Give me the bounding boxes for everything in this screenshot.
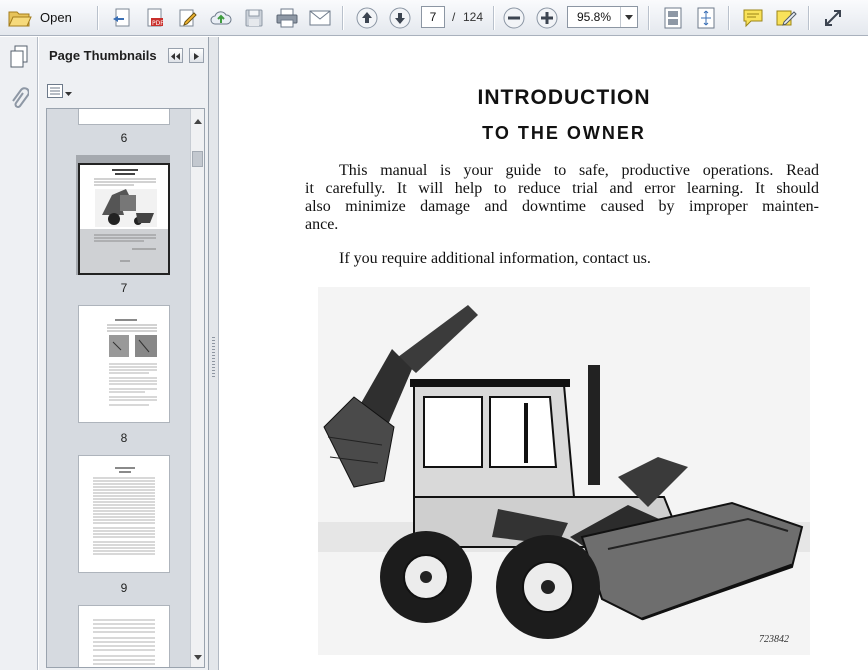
previous-page-button[interactable] xyxy=(353,4,381,31)
toolbar-separator xyxy=(648,6,649,30)
print-button[interactable] xyxy=(273,4,301,31)
email-button[interactable] xyxy=(306,4,334,31)
create-pdf-button[interactable] xyxy=(108,4,136,31)
document-view: INTRODUCTION TO THE OWNER This manual is… xyxy=(219,37,868,670)
paragraph-line: it carefully. It will help to reduce tri… xyxy=(305,180,819,197)
expand-panel-button[interactable] xyxy=(189,48,204,63)
panel-splitter[interactable] xyxy=(209,37,219,670)
thumbnails-scrollbar[interactable] xyxy=(190,109,204,667)
minus-icon xyxy=(503,7,525,29)
toolbar-separator xyxy=(808,6,809,30)
chevron-down-icon[interactable] xyxy=(620,7,637,27)
thumbnail-page-8[interactable] xyxy=(78,305,170,423)
page-count: 124 xyxy=(463,10,484,24)
page-preview xyxy=(107,319,157,406)
thumbnail-label: 6 xyxy=(120,131,128,145)
diagonal-expand-icon xyxy=(823,8,843,28)
options-list-icon xyxy=(47,83,63,101)
thumbnail-label: 7 xyxy=(120,281,128,295)
chevron-right-icon xyxy=(194,49,199,63)
page-title: INTRODUCTION xyxy=(477,86,651,109)
fit-page-button[interactable] xyxy=(659,4,687,31)
paragraph-line: also minimize damage and downtime caused… xyxy=(305,198,819,215)
thumbnail-page-6[interactable] xyxy=(78,108,170,125)
zoom-out-button[interactable] xyxy=(500,4,528,31)
collapse-panel-button[interactable] xyxy=(168,48,183,63)
thumbnail-page-9[interactable] xyxy=(78,455,170,573)
toolbar-separator xyxy=(97,6,98,30)
edit-pdf-button[interactable] xyxy=(174,4,202,31)
paperclip-icon xyxy=(9,86,29,111)
paragraph-line: This manual is your guide to safe, produ… xyxy=(339,162,819,179)
sign-button[interactable] xyxy=(772,4,800,31)
page-thumbnails-panel: Page Thumbnails 6 7 8 9 xyxy=(39,37,209,670)
scroll-up-icon[interactable] xyxy=(194,113,202,127)
save-button[interactable] xyxy=(240,4,268,31)
zoom-level-value: 95.8% xyxy=(576,10,612,24)
intro-paragraph: This manual is your guide to safe, produ… xyxy=(305,162,819,234)
upload-button[interactable] xyxy=(207,4,235,31)
cloud-upload-icon xyxy=(210,7,232,29)
page-thumbnails-tab[interactable] xyxy=(5,43,33,70)
thumbnail-label: 9 xyxy=(120,581,128,595)
page-subtitle: TO THE OWNER xyxy=(482,123,646,143)
thumbnail-options-button[interactable] xyxy=(47,83,73,101)
pages-icon xyxy=(8,45,30,69)
attachments-tab[interactable] xyxy=(5,85,33,112)
expand-arrows-icon xyxy=(696,7,716,29)
page-preview xyxy=(80,169,168,273)
edit-document-icon xyxy=(177,7,199,29)
backhoe-loader-photo xyxy=(318,287,810,655)
paragraph-line: ance. xyxy=(305,216,339,233)
plus-icon xyxy=(536,7,558,29)
full-screen-button[interactable] xyxy=(692,4,720,31)
next-page-button[interactable] xyxy=(386,4,414,31)
pdf-export-icon: PDF xyxy=(144,7,166,29)
thumbnails-list: 6 7 8 9 xyxy=(46,108,205,668)
splitter-grip[interactable] xyxy=(212,337,215,377)
zoom-in-button[interactable] xyxy=(533,4,561,31)
toolbar-separator xyxy=(342,6,343,30)
pen-sign-icon xyxy=(775,7,797,29)
contact-paragraph: If you require additional information, c… xyxy=(339,250,651,267)
page-preview xyxy=(93,467,155,555)
thumbnail-page-7[interactable] xyxy=(78,163,170,275)
photo-caption: 723842 xyxy=(759,634,789,645)
page-separator: / xyxy=(452,10,456,24)
page-preview xyxy=(93,619,155,665)
chevron-down-icon xyxy=(65,85,72,99)
speech-bubble-icon xyxy=(742,8,764,28)
main-toolbar: Open PDF 7 / 124 95.8% xyxy=(0,0,868,36)
floppy-disk-icon xyxy=(244,8,264,28)
zoom-level-select[interactable]: 95.8% xyxy=(567,6,638,28)
double-chevron-left-icon xyxy=(171,49,180,63)
arrow-up-icon xyxy=(356,7,378,29)
thumbnail-label: 8 xyxy=(120,431,128,445)
thumbnail-page-10[interactable] xyxy=(78,605,170,667)
expand-window-button[interactable] xyxy=(819,4,847,31)
panel-title: Page Thumbnails xyxy=(49,48,157,63)
open-button[interactable]: Open xyxy=(4,4,82,31)
toolbar-separator xyxy=(493,6,494,30)
page-preview xyxy=(79,108,170,125)
navigation-rail xyxy=(0,37,38,670)
export-pdf-button[interactable]: PDF xyxy=(141,4,169,31)
create-pdf-icon xyxy=(111,7,133,29)
envelope-icon xyxy=(309,10,331,26)
scrollbar-thumb[interactable] xyxy=(192,151,203,167)
svg-text:PDF: PDF xyxy=(152,20,164,27)
page-number-input[interactable]: 7 xyxy=(421,6,445,28)
fit-page-icon xyxy=(663,7,683,29)
open-label: Open xyxy=(40,10,72,25)
toolbar-separator xyxy=(728,6,729,30)
scroll-down-icon[interactable] xyxy=(194,649,202,663)
folder-open-icon xyxy=(8,8,32,28)
printer-icon xyxy=(276,8,298,28)
arrow-down-icon xyxy=(389,7,411,29)
comment-button[interactable] xyxy=(739,4,767,31)
